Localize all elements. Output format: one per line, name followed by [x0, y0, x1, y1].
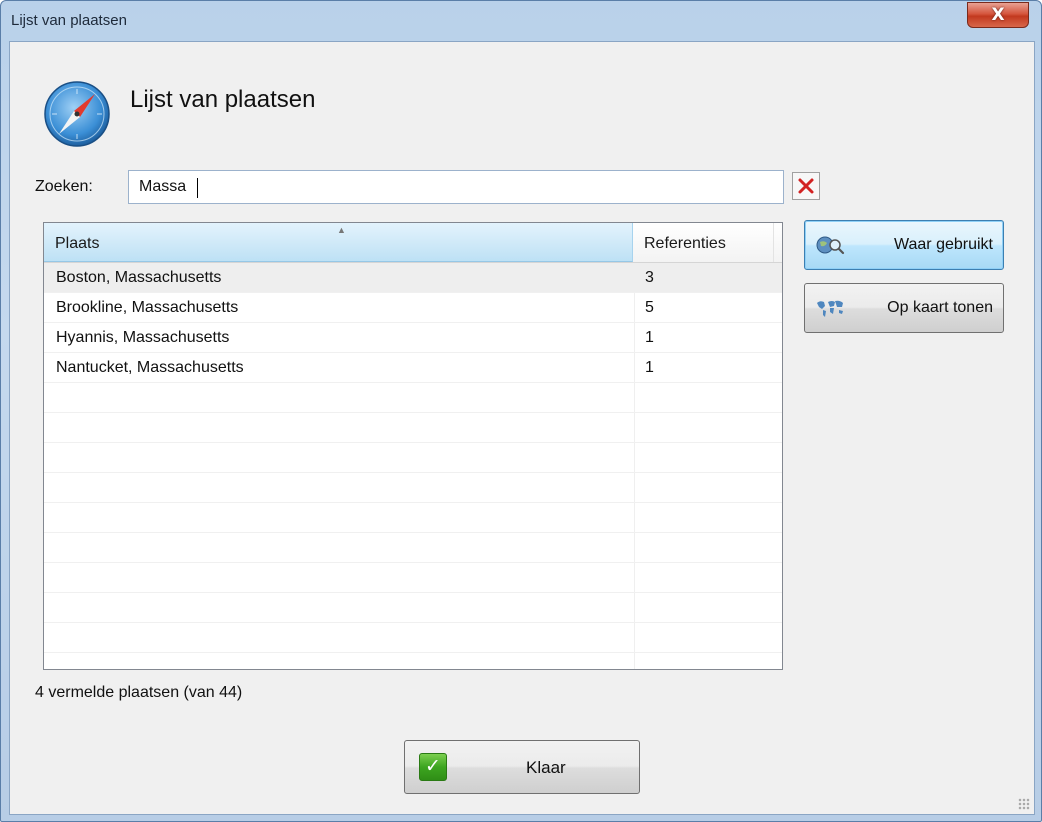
clear-x-icon — [798, 178, 814, 194]
empty-row — [44, 533, 782, 563]
cell-references: 1 — [645, 359, 654, 376]
done-button[interactable]: ✓ Klaar — [404, 740, 640, 794]
cell-place: Brookline, Massachusetts — [56, 299, 239, 316]
empty-row — [44, 443, 782, 473]
close-button[interactable]: X — [967, 2, 1029, 28]
table-row[interactable]: Hyannis, Massachusetts 1 — [44, 323, 782, 353]
column-header-references[interactable]: Referenties — [634, 223, 774, 262]
dialog-content: Lijst van plaatsen Zoeken: ▲ Plaats Refe… — [9, 41, 1035, 815]
page-title: Lijst van plaatsen — [130, 86, 316, 113]
cell-references: 5 — [645, 299, 654, 316]
title-bar[interactable]: Lijst van plaatsen X — [1, 1, 1041, 41]
where-used-label: Waar gebruikt — [894, 236, 993, 253]
resize-grip[interactable] — [1018, 798, 1030, 810]
empty-row — [44, 503, 782, 533]
cell-references: 3 — [645, 269, 654, 286]
check-icon: ✓ — [419, 753, 447, 781]
empty-row — [44, 623, 782, 653]
close-icon: X — [991, 5, 1005, 25]
cell-place: Boston, Massachusetts — [56, 269, 222, 286]
empty-row — [44, 473, 782, 503]
empty-row — [44, 653, 782, 669]
where-used-button[interactable]: Waar gebruikt — [804, 220, 1004, 270]
table-body: Boston, Massachusetts 3 Brookline, Massa… — [44, 263, 782, 669]
sort-ascending-icon: ▲ — [337, 225, 346, 235]
empty-row — [44, 383, 782, 413]
dialog-window: Lijst van plaatsen X Lijst van plaatsen … — [0, 0, 1042, 822]
empty-row — [44, 593, 782, 623]
done-button-label: Klaar — [526, 758, 566, 777]
table-header: ▲ Plaats Referenties — [44, 223, 782, 263]
column-header-place[interactable]: ▲ Plaats — [44, 223, 633, 262]
world-map-icon — [817, 300, 843, 317]
status-text: 4 vermelde plaatsen (van 44) — [35, 684, 243, 701]
cell-place: Hyannis, Massachusetts — [56, 329, 230, 346]
column-header-label: Plaats — [55, 235, 100, 252]
cell-references: 1 — [645, 329, 654, 346]
text-caret — [197, 178, 198, 198]
clear-search-button[interactable] — [792, 172, 820, 200]
show-on-map-button[interactable]: Op kaart tonen — [804, 283, 1004, 333]
cell-place: Nantucket, Massachusetts — [56, 359, 244, 376]
search-input[interactable] — [128, 170, 784, 204]
empty-row — [44, 413, 782, 443]
search-label: Zoeken: — [35, 178, 93, 195]
table-row[interactable]: Boston, Massachusetts 3 — [44, 263, 782, 293]
window-title: Lijst van plaatsen — [11, 12, 127, 29]
table-row[interactable]: Brookline, Massachusetts 5 — [44, 293, 782, 323]
empty-row — [44, 563, 782, 593]
column-header-label: Referenties — [644, 235, 726, 252]
places-table[interactable]: ▲ Plaats Referenties Boston, Massachuset… — [43, 222, 783, 670]
globe-search-icon — [816, 236, 845, 255]
show-on-map-label: Op kaart tonen — [887, 299, 993, 316]
table-row[interactable]: Nantucket, Massachusetts 1 — [44, 353, 782, 383]
compass-icon — [44, 81, 110, 147]
